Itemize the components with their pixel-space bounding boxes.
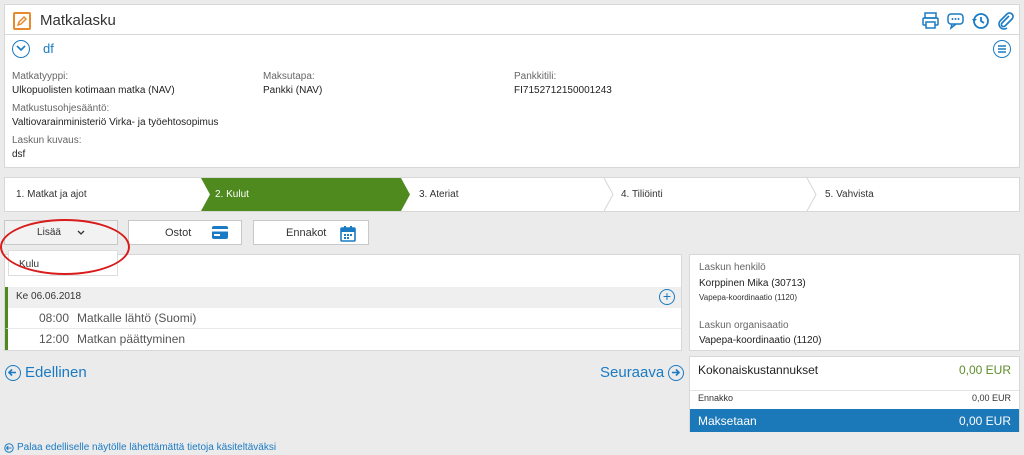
step-vahvista[interactable]: 5. Vahvista [825, 178, 874, 211]
add-event-button[interactable]: + [659, 289, 675, 305]
advance-label: Ennakko [698, 393, 734, 403]
credit-card-icon [212, 226, 228, 239]
org-label: Laskun organisaatio [699, 320, 789, 331]
day-date: Ke 06.06.2018 [16, 291, 82, 302]
previous-label: Edellinen [25, 364, 87, 381]
chevron-down-icon [16, 45, 26, 52]
trip-type-label: Matkatyyppi: [12, 71, 69, 82]
bank-value: FI7152712150001243 [514, 85, 612, 96]
person-label: Laskun henkilö [699, 262, 766, 273]
person-unit: Vapepa-koordinaatio (1120) [699, 293, 797, 302]
header-actions [921, 11, 1015, 30]
event-description: Matkalle lähtö (Suomi) [77, 311, 197, 325]
step-kulut[interactable]: 2. Kulut [215, 178, 249, 211]
org-value: Vapepa-koordinaatio (1120) [699, 335, 822, 346]
travel-rule-value: Valtiovarainministeriö Virka- ja työehto… [12, 117, 219, 128]
page-title: Matkalasku [40, 12, 116, 29]
cost-summary: Kokonaiskustannukset 0,00 EUR Ennakko 0,… [689, 356, 1020, 432]
arrow-right-icon [668, 364, 685, 381]
attachment-icon[interactable] [996, 11, 1015, 30]
event-time: 12:00 [39, 332, 70, 346]
timeline-event[interactable]: 08:00 Matkalle lähtö (Suomi) [5, 308, 681, 329]
description-label: Laskun kuvaus: [12, 135, 82, 146]
advances-button[interactable]: Ennakot [253, 220, 369, 245]
pay-row: Maksetaan 0,00 EUR [690, 409, 1019, 432]
history-icon[interactable] [971, 11, 990, 30]
arrow-left-icon [4, 442, 14, 453]
total-label: Kokonaiskustannukset [698, 363, 819, 377]
menu-button[interactable] [993, 40, 1011, 58]
arrow-left-icon [5, 364, 21, 381]
trip-type-field: Matkatyyppi: Ulkopuolisten kotimaan matk… [12, 71, 175, 96]
bank-label: Pankkitili: [514, 71, 557, 82]
purchases-button[interactable]: Ostot [128, 220, 242, 245]
total-value: 0,00 EUR [958, 363, 1011, 377]
total-row: Kokonaiskustannukset 0,00 EUR [690, 363, 1019, 377]
step-tilioinnti[interactable]: 4. Tiliöinti [621, 178, 663, 211]
return-link[interactable]: Palaa edelliselle näytölle lähettämättä … [4, 442, 276, 453]
pay-label: Maksetaan [698, 413, 757, 428]
collapse-toggle[interactable] [12, 40, 30, 58]
timeline-event[interactable]: 12:00 Matkan päättyminen [5, 329, 681, 350]
step-matkat[interactable]: 1. Matkat ja ajot [16, 178, 87, 211]
calendar-icon [340, 226, 356, 242]
pay-value: 0,00 EUR [958, 413, 1011, 428]
invoice-details: df Matkatyyppi: Ulkopuolisten kotimaan m… [4, 35, 1020, 168]
comment-icon[interactable] [946, 11, 965, 30]
purchases-label: Ostot [165, 226, 192, 239]
highlight-oval [0, 219, 130, 275]
invoice-name: df [43, 41, 54, 56]
day-header: Ke 06.06.2018 + [5, 287, 681, 308]
next-label: Seuraava [600, 364, 665, 381]
wizard-steps: 1. Matkat ja ajot 2. Kulut 3. Ateriat 4.… [4, 177, 1020, 212]
header-bar: Matkalasku [4, 4, 1020, 35]
print-icon[interactable] [921, 11, 940, 30]
payment-label: Maksutapa: [263, 71, 315, 82]
edit-icon[interactable] [13, 12, 31, 30]
trip-type-value: Ulkopuolisten kotimaan matka (NAV) [12, 85, 175, 96]
next-link[interactable]: Seuraava [600, 364, 685, 381]
travel-rule-field: Matkustusohjesääntö: Valtiovarainministe… [12, 103, 218, 128]
travel-rule-label: Matkustusohjesääntö: [12, 103, 110, 114]
advances-label: Ennakot [286, 226, 327, 239]
event-time: 08:00 [39, 311, 70, 325]
menu-icon [998, 45, 1006, 53]
advance-row: Ennakko 0,00 EUR [690, 390, 1019, 403]
person-name: Korppinen Mika (30713) [699, 278, 806, 289]
return-label: Palaa edelliselle näytölle lähettämättä … [17, 442, 277, 453]
step-ateriat[interactable]: 3. Ateriat [419, 178, 458, 211]
payment-field: Maksutapa: Pankki (NAV) [263, 71, 322, 96]
previous-link[interactable]: Edellinen [5, 364, 87, 381]
event-description: Matkan päättyminen [77, 332, 186, 346]
person-panel: Laskun henkilö Korppinen Mika (30713) Va… [689, 254, 1020, 351]
description-value: dsf [12, 149, 26, 160]
advance-value: 0,00 EUR [971, 393, 1011, 403]
description-field: Laskun kuvaus: dsf [12, 135, 82, 160]
bank-field: Pankkitili: FI7152712150001243 [514, 71, 612, 96]
payment-value: Pankki (NAV) [263, 85, 323, 96]
